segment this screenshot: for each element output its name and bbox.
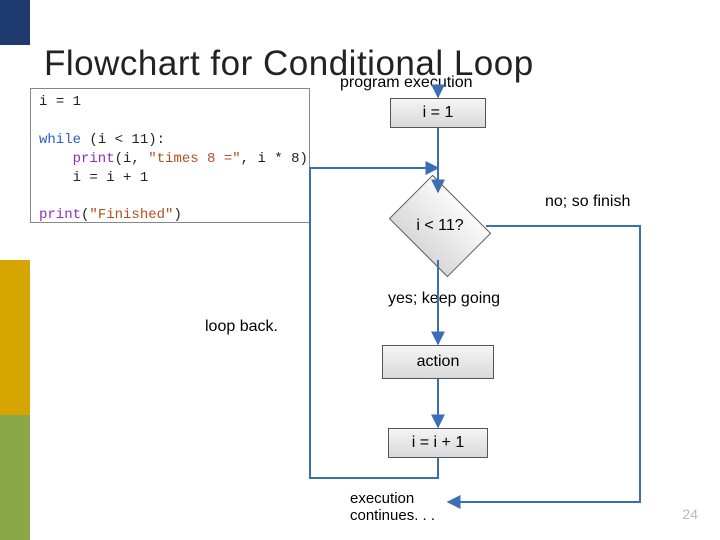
code-line-while: while (i < 11):: [39, 132, 165, 148]
code-snippet: i = 1 while (i < 11): print(i, "times 8 …: [30, 88, 310, 223]
code-line-increment: i = i + 1: [39, 170, 148, 186]
label-no-branch: no; so finish: [545, 193, 630, 211]
node-decision: i < 11?: [394, 195, 486, 257]
label-program-execution: program execution: [340, 74, 473, 92]
node-increment-text: i = i + 1: [412, 434, 464, 452]
code-line-print-body: print(i, "times 8 =", i * 8): [39, 151, 308, 167]
label-loop-back: loop back.: [205, 318, 278, 336]
node-increment: i = i + 1: [388, 428, 488, 458]
node-decision-text: i < 11?: [394, 195, 486, 257]
label-execution-continues: execution continues. . .: [350, 490, 435, 524]
accent-bar-green: [0, 415, 30, 540]
code-line-1: i = 1: [39, 94, 81, 110]
accent-bar-blue: [0, 0, 30, 45]
code-line-print-finished: print("Finished"): [39, 207, 182, 223]
slide-number: 24: [682, 506, 698, 522]
accent-bar-gold: [0, 260, 30, 415]
node-init-text: i = 1: [423, 104, 454, 122]
node-init: i = 1: [390, 98, 486, 128]
node-action-text: action: [417, 353, 460, 371]
label-yes-branch: yes; keep going: [388, 290, 500, 308]
node-action: action: [382, 345, 494, 379]
